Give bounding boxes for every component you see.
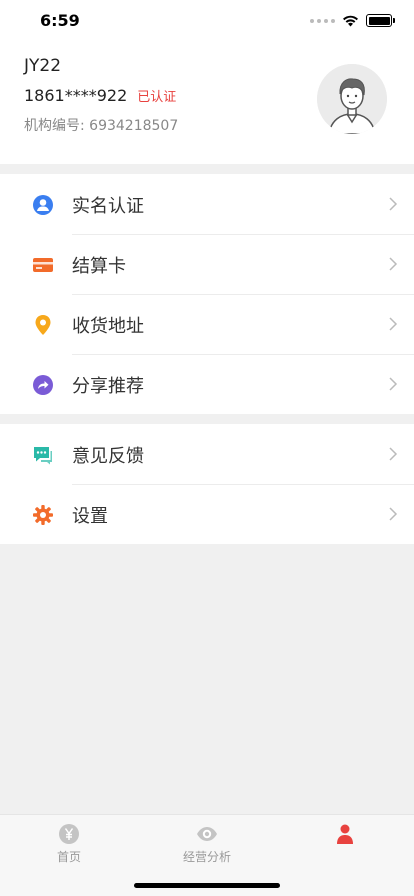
menu-item-settlement-card[interactable]: 结算卡 [0,234,414,294]
menu-item-label: 设置 [72,506,108,527]
menu-item-label: 结算卡 [72,256,126,277]
username: JY22 [24,56,62,76]
signal-icon [310,18,335,23]
menu-item-settings[interactable]: 设置 [0,484,414,544]
menu-item-real-name-verification[interactable]: 实名认证 [0,174,414,234]
org-number-value: 6934218507 [89,118,179,134]
phone-row: 1861****922 已认证 [24,86,176,105]
home-indicator [134,883,280,888]
org-number-label: 机构编号: [24,118,90,134]
avatar[interactable] [317,64,387,134]
chevron-right-icon [389,317,398,331]
yen-coin-icon [59,824,79,844]
tab-mine[interactable] [276,823,414,845]
menu-item-label: 收货地址 [72,316,144,337]
menu-item-share-recommend[interactable]: 分享推荐 [0,354,414,414]
person-icon [337,824,353,844]
eye-icon [197,827,217,841]
menu-item-label: 分享推荐 [72,376,144,397]
menu-item-label: 实名认证 [72,196,144,217]
tab-home[interactable]: 首页 [0,823,138,865]
tab-business-analysis[interactable]: 经营分析 [138,823,276,865]
feedback-icon [34,447,52,465]
share-icon [33,375,53,395]
user-circle-icon [33,195,53,215]
phone-number: 1861****922 [24,86,128,105]
status-icons [310,14,395,27]
card-icon [33,258,53,272]
gear-icon [33,505,53,525]
profile-header[interactable]: JY22 1861****922 已认证 机构编号: 6934218507 [0,44,414,164]
chevron-right-icon [389,377,398,391]
menu-group-account: 实名认证 结算卡 收货地址 分享推荐 [0,174,414,414]
tab-business-analysis-label: 经营分析 [182,850,231,864]
status-time: 6:59 [40,11,80,30]
tab-home-label: 首页 [56,850,81,864]
menu-group-support: 意见反馈 设置 [0,424,414,544]
verified-badge: 已认证 [137,90,177,105]
chevron-right-icon [389,257,398,271]
menu-item-shipping-address[interactable]: 收货地址 [0,294,414,354]
chevron-right-icon [389,197,398,211]
avatar-person-icon [317,64,387,134]
chevron-right-icon [389,447,398,461]
wifi-icon [343,15,358,26]
org-number-row: 机构编号: 6934218507 [24,115,178,135]
menu-item-label: 意见反馈 [72,446,144,467]
chevron-right-icon [389,507,398,521]
status-bar: 6:59 [0,0,414,44]
location-pin-icon [35,315,51,335]
menu-item-feedback[interactable]: 意见反馈 [0,424,414,484]
battery-icon [366,14,395,27]
